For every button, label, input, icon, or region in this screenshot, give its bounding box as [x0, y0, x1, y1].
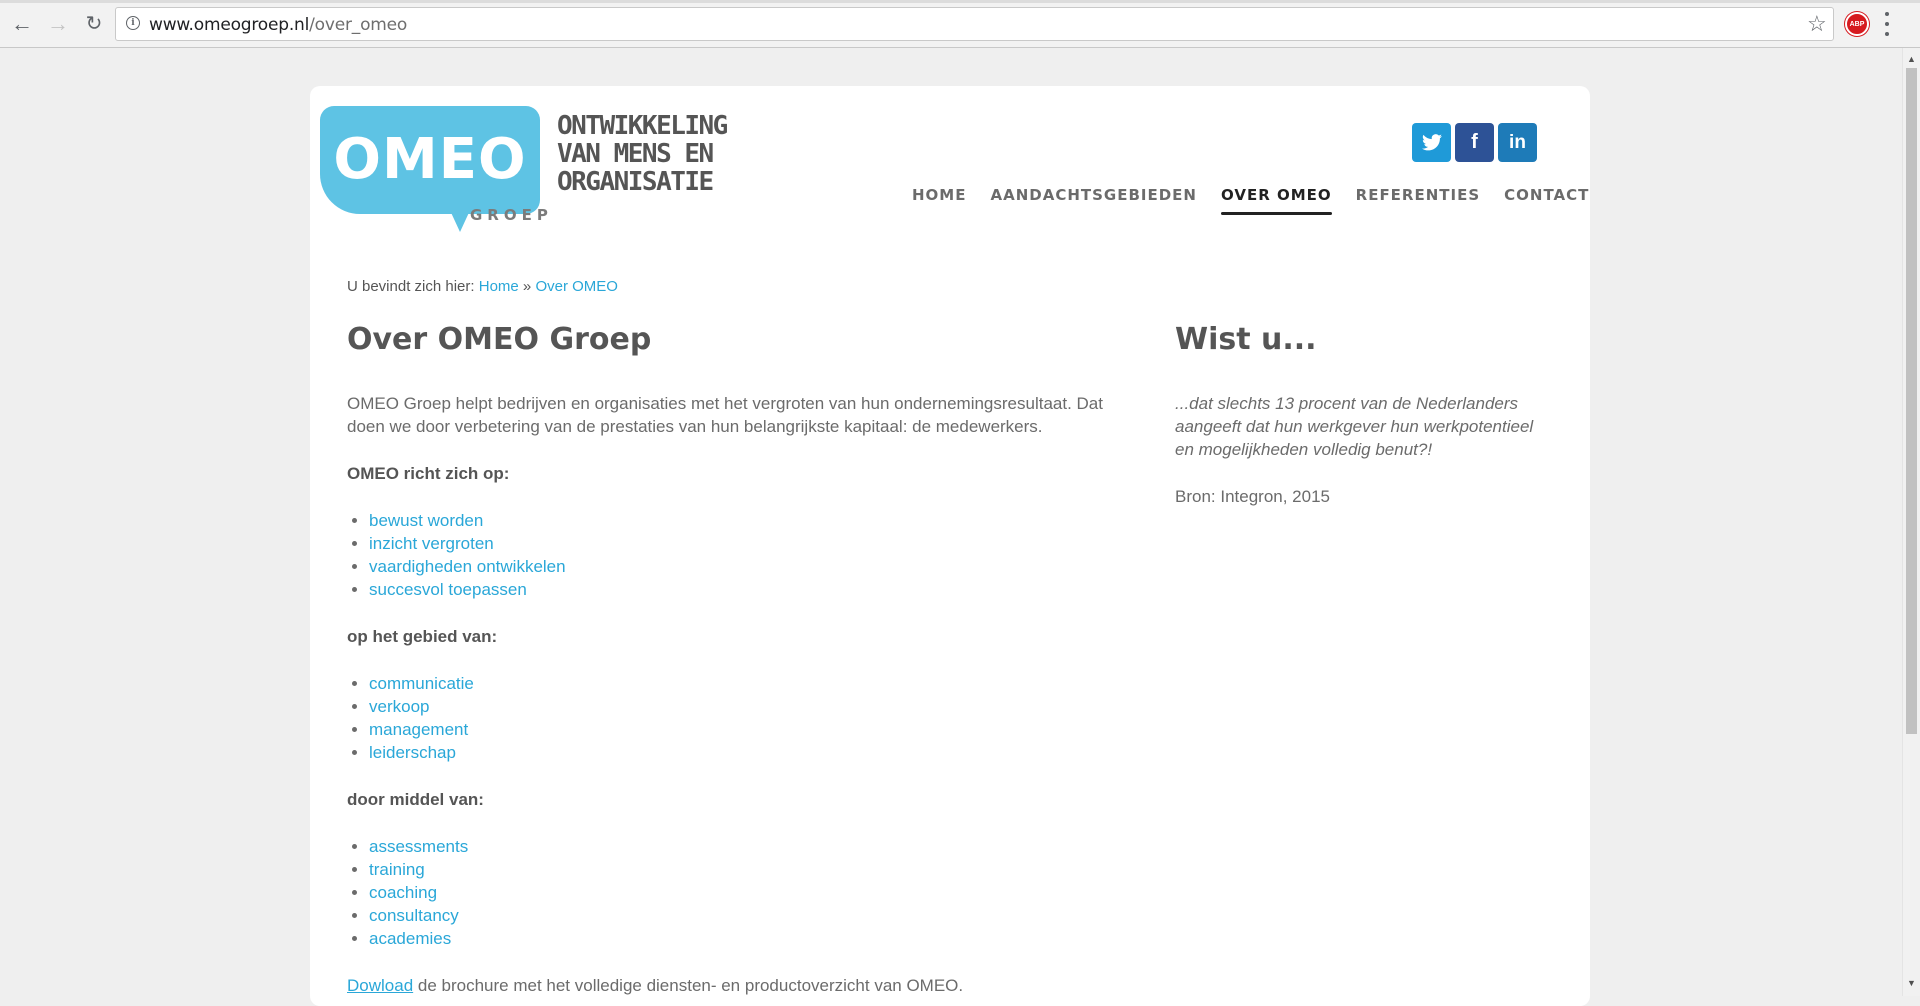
- breadcrumb-current-link[interactable]: Over OMEO: [535, 278, 618, 295]
- browser-menu-icon[interactable]: [1884, 12, 1890, 36]
- area-link[interactable]: management: [369, 720, 468, 739]
- section-heading-areas: op het gebied van:: [347, 627, 498, 646]
- logo-tagline: ONTWIKKELING VAN MENS EN ORGANISATIE: [557, 112, 757, 196]
- reload-icon[interactable]: ↻: [80, 10, 108, 38]
- info-icon[interactable]: i: [126, 16, 140, 30]
- tagline-line-2: VAN MENS EN: [557, 139, 714, 169]
- linkedin-icon: in: [1509, 131, 1526, 153]
- intro-paragraph: OMEO Groep helpt bedrijven en organisati…: [347, 394, 1103, 436]
- nav-item-referenties[interactable]: REFERENTIES: [1344, 186, 1493, 204]
- list-item: training: [369, 858, 1137, 881]
- facebook-button[interactable]: f: [1455, 123, 1494, 162]
- omeo-logo[interactable]: OMEO GROEP ONTWIKKELING VAN MENS EN ORGA…: [320, 106, 755, 236]
- list-item: inzicht vergroten: [369, 532, 1137, 555]
- scroll-thumb[interactable]: [1906, 68, 1917, 734]
- means-link[interactable]: academies: [369, 929, 451, 948]
- focus-link[interactable]: inzicht vergroten: [369, 534, 494, 553]
- areas-list: communicatie verkoop management leidersc…: [347, 672, 1137, 764]
- scroll-up-icon[interactable]: ▲: [1907, 54, 1916, 64]
- list-item: leiderschap: [369, 741, 1137, 764]
- list-item: verkoop: [369, 695, 1137, 718]
- logo-word: OMEO: [333, 127, 527, 192]
- nav-item-contact[interactable]: CONTACT: [1492, 186, 1601, 204]
- list-item: succesvol toepassen: [369, 578, 1137, 601]
- page-container: OMEO GROEP ONTWIKKELING VAN MENS EN ORGA…: [310, 86, 1590, 1006]
- facebook-icon: f: [1471, 131, 1478, 153]
- list-item: consultancy: [369, 904, 1137, 927]
- list-item: academies: [369, 927, 1137, 950]
- back-arrow-icon[interactable]: ←: [8, 10, 36, 38]
- means-link[interactable]: training: [369, 860, 425, 879]
- section-heading-focus: OMEO richt zich op:: [347, 464, 510, 483]
- browser-toolbar: ← → ↻ i www.omeogroep.nl/over_omeo ☆ ABP: [0, 0, 1920, 48]
- scroll-down-icon[interactable]: ▼: [1907, 978, 1916, 988]
- address-bar[interactable]: i www.omeogroep.nl/over_omeo ☆: [115, 7, 1834, 41]
- sidebar-title: Wist u...: [1175, 322, 1317, 357]
- logo-bubble-tail: [448, 206, 472, 232]
- url-domain: www.omeogroep.nl: [149, 15, 310, 35]
- means-link[interactable]: consultancy: [369, 906, 459, 925]
- page-scrollbar[interactable]: ▲ ▼: [1902, 48, 1920, 996]
- section-heading-means: door middel van:: [347, 790, 484, 809]
- social-links: f in: [1412, 123, 1537, 162]
- breadcrumb-prefix: U bevindt zich hier:: [347, 278, 475, 295]
- list-item: bewust worden: [369, 509, 1137, 532]
- tagline-line-3: ORGANISATIE: [557, 167, 714, 197]
- area-link[interactable]: leiderschap: [369, 743, 456, 762]
- url-path: /over_omeo: [309, 15, 408, 35]
- list-item: coaching: [369, 881, 1137, 904]
- sidebar-quote: ...dat slechts 13 procent van de Nederla…: [1175, 394, 1534, 459]
- adblock-plus-icon[interactable]: ABP: [1845, 12, 1869, 36]
- breadcrumb-home-link[interactable]: Home: [479, 278, 519, 295]
- list-item: vaardigheden ontwikkelen: [369, 555, 1137, 578]
- bookmark-star-icon[interactable]: ☆: [1807, 11, 1827, 37]
- main-content: Over OMEO Groep OMEO Groep helpt bedrijv…: [347, 322, 1137, 997]
- nav-item-over-omeo[interactable]: OVER OMEO: [1209, 186, 1344, 215]
- page-title: Over OMEO Groep: [347, 322, 652, 357]
- list-item: communicatie: [369, 672, 1137, 695]
- url-text[interactable]: www.omeogroep.nl/over_omeo: [149, 15, 407, 35]
- means-link[interactable]: assessments: [369, 837, 468, 856]
- logo-subtext: GROEP: [470, 206, 553, 224]
- focus-link[interactable]: vaardigheden ontwikkelen: [369, 557, 566, 576]
- sidebar-source: Bron: Integron, 2015: [1175, 487, 1331, 506]
- focus-list: bewust worden inzicht vergroten vaardigh…: [347, 509, 1137, 601]
- nav-item-home[interactable]: HOME: [900, 186, 978, 204]
- sidebar: Wist u... ...dat slechts 13 procent van …: [1175, 322, 1555, 508]
- focus-link[interactable]: bewust worden: [369, 511, 483, 530]
- forward-arrow-icon[interactable]: →: [44, 10, 72, 38]
- tab-strip: [0, 0, 1920, 3]
- nav-item-aandachtsgebieden[interactable]: AANDACHTSGEBIEDEN: [978, 186, 1209, 204]
- twitter-button[interactable]: [1412, 123, 1451, 162]
- main-navigation: HOME AANDACHTSGEBIEDEN OVER OMEO REFEREN…: [900, 186, 1601, 215]
- area-link[interactable]: communicatie: [369, 674, 474, 693]
- twitter-icon: [1421, 134, 1442, 151]
- list-item: assessments: [369, 835, 1137, 858]
- focus-link[interactable]: succesvol toepassen: [369, 580, 527, 599]
- linkedin-button[interactable]: in: [1498, 123, 1537, 162]
- tagline-line-1: ONTWIKKELING: [557, 111, 728, 141]
- breadcrumb-separator: »: [522, 278, 532, 295]
- list-item: management: [369, 718, 1137, 741]
- download-paragraph: Dowload de brochure met het volledige di…: [347, 974, 1137, 997]
- breadcrumb: U bevindt zich hier: Home » Over OMEO: [347, 278, 618, 295]
- download-link[interactable]: Dowload: [347, 976, 413, 995]
- means-list: assessments training coaching consultanc…: [347, 835, 1137, 950]
- download-text: de brochure met het volledige diensten- …: [413, 976, 964, 995]
- area-link[interactable]: verkoop: [369, 697, 429, 716]
- means-link[interactable]: coaching: [369, 883, 437, 902]
